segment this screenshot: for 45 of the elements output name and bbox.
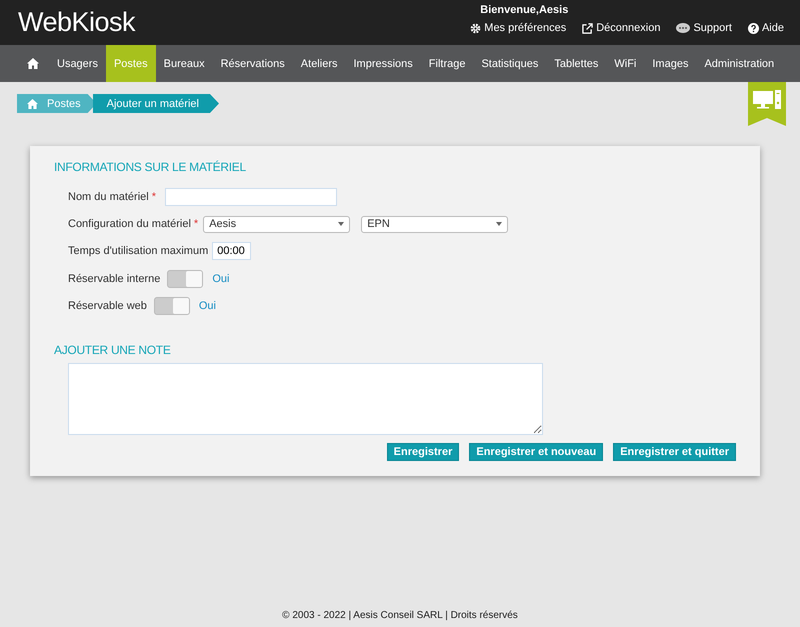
toggle-switch[interactable] xyxy=(167,270,204,288)
field-label: Nom du matériel xyxy=(68,191,149,203)
required-mark: * xyxy=(152,191,156,203)
footer-text: © 2003 - 2022 | Aesis Conseil SARL | Droits réservés xyxy=(281,610,519,623)
nav-tab[interactable]: Usagers xyxy=(49,45,106,82)
field-label: Réservable web xyxy=(68,300,147,312)
field-label: Réservable interne xyxy=(68,273,160,285)
chat-icon xyxy=(676,22,690,34)
field-label: Temps d'utilisation maximum xyxy=(68,245,208,257)
toggle-switch[interactable] xyxy=(154,297,190,315)
gear-icon xyxy=(470,22,482,34)
header-link[interactable]: Déconnexion xyxy=(582,22,660,34)
nav-tab[interactable]: Réservations xyxy=(212,45,293,82)
input-field[interactable] xyxy=(164,188,337,206)
nav-tab[interactable]: Tablettes xyxy=(546,45,606,82)
header-link[interactable]: Aide xyxy=(748,22,784,34)
field-label: Configuration du matériel xyxy=(68,218,191,230)
header-link[interactable]: Support xyxy=(676,22,732,34)
external-link-icon xyxy=(582,22,594,34)
note-field[interactable] xyxy=(68,363,543,435)
computer-ribbon-icon xyxy=(748,82,786,126)
dropdown[interactable]: EPN xyxy=(361,216,508,232)
nav-tab[interactable]: Filtrage xyxy=(420,45,474,82)
header-link[interactable]: Mes préférences xyxy=(470,22,566,34)
nav-tab[interactable]: Bureaux xyxy=(156,45,213,82)
dropdown[interactable]: Aesis xyxy=(203,216,350,232)
welcome-text: Bienvenue,Aesis xyxy=(480,4,570,16)
logo: WebKiosk xyxy=(18,6,136,39)
toggle-state: Oui xyxy=(212,273,230,285)
section-title: AJOUTER UNE NOTE xyxy=(54,343,172,357)
nav-tab[interactable]: Impressions xyxy=(345,45,421,82)
home-icon xyxy=(27,58,39,69)
section-title: INFORMATIONS SUR LE MATÉRIEL xyxy=(54,160,247,174)
caret-icon xyxy=(338,222,344,226)
required-mark: * xyxy=(194,218,198,230)
caret-icon xyxy=(496,222,502,226)
toggle-state: Oui xyxy=(198,300,216,312)
nav-tab[interactable]: WiFi xyxy=(606,45,644,82)
nav-tab[interactable]: Ateliers xyxy=(292,45,346,82)
home-icon xyxy=(27,98,38,108)
help-icon xyxy=(748,22,759,34)
nav-tab[interactable]: Images xyxy=(644,45,696,82)
nav-tab[interactable]: Administration xyxy=(696,45,782,82)
time-field[interactable]: 00:00 xyxy=(212,242,252,260)
nav-tab[interactable]: Statistiques xyxy=(473,45,546,82)
